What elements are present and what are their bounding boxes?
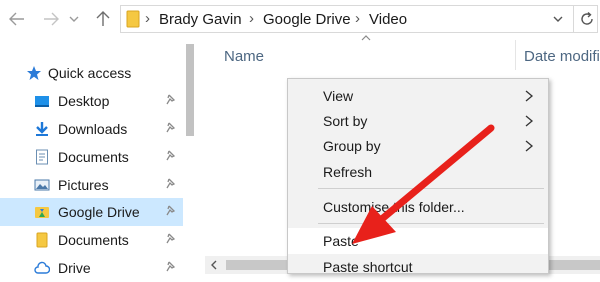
sidebar-item-label: Pictures: [58, 177, 109, 193]
sidebar-item-google-drive[interactable]: Google Drive: [0, 198, 190, 226]
sidebar-item-quick-access[interactable]: Quick access: [0, 59, 190, 87]
sidebar-item-drive[interactable]: Drive: [0, 254, 190, 282]
address-dropdown-button[interactable]: [547, 8, 569, 30]
menu-item-view[interactable]: View: [288, 83, 548, 109]
column-header-name[interactable]: Name: [224, 48, 264, 65]
sidebar-item-pictures[interactable]: Pictures: [0, 171, 190, 199]
breadcrumb-separator: ›: [355, 10, 360, 27]
chevron-right-icon: [525, 115, 534, 127]
sidebar-item-desktop[interactable]: Desktop: [0, 87, 190, 115]
chevron-down-icon: [553, 16, 563, 22]
up-button[interactable]: [90, 6, 116, 32]
refresh-icon: [581, 11, 593, 25]
chevron-left-icon[interactable]: [208, 259, 220, 271]
menu-item-label: Refresh: [323, 164, 373, 180]
menu-item-label: Paste: [323, 233, 359, 249]
menu-item-label: View: [323, 88, 354, 104]
chevron-right-icon: [525, 140, 534, 152]
chevron-right-icon: [525, 90, 534, 102]
menu-item-paste-shortcut[interactable]: Paste shortcut: [288, 254, 548, 280]
menu-item-label: Customise this folder...: [323, 199, 465, 215]
arrow-up-icon: [96, 11, 110, 26]
breadcrumb-google-drive[interactable]: Google Drive: [263, 11, 351, 28]
menu-item-sort-by[interactable]: Sort by: [288, 108, 548, 134]
desktop-icon: [35, 96, 49, 107]
folder-icon: [126, 10, 140, 28]
pin-icon: [166, 150, 176, 161]
breadcrumb-separator: ›: [145, 10, 150, 27]
star-icon: [27, 66, 41, 80]
pin-icon: [166, 233, 176, 244]
sidebar-item-label: Documents: [58, 149, 129, 165]
menu-item-group-by[interactable]: Group by: [288, 133, 548, 159]
column-header-date-modified[interactable]: Date modifi: [524, 48, 600, 65]
address-bar[interactable]: › Brady Gavin › Google Drive › Video: [120, 5, 598, 33]
menu-item-label: Sort by: [323, 113, 368, 129]
pin-icon: [166, 178, 176, 189]
sidebar-item-label: Google Drive: [58, 204, 140, 220]
pin-icon: [166, 261, 176, 272]
menu-separator: [318, 188, 544, 189]
breadcrumb-video[interactable]: Video: [369, 11, 407, 28]
recent-locations-button[interactable]: [66, 6, 82, 32]
pin-icon: [166, 122, 176, 133]
menu-item-label: Paste shortcut: [323, 259, 413, 275]
breadcrumb-brady-gavin[interactable]: Brady Gavin: [159, 11, 242, 28]
pin-icon: [166, 205, 176, 216]
sidebar-item-label: Desktop: [58, 93, 110, 109]
pictures-icon: [34, 179, 50, 191]
context-menu: View Sort by Group by Refresh Customise …: [287, 78, 549, 275]
column-divider: [515, 40, 516, 70]
sidebar-item-documents[interactable]: Documents: [0, 143, 190, 171]
pin-icon: [166, 94, 176, 105]
breadcrumb-separator: ›: [249, 10, 254, 27]
address-divider: [573, 6, 574, 32]
arrow-right-icon: [44, 12, 59, 26]
sidebar-scrollbar-thumb[interactable]: [186, 44, 194, 136]
google-drive-icon: [35, 207, 49, 218]
menu-item-customise-folder[interactable]: Customise this folder...: [288, 194, 548, 220]
download-icon: [36, 122, 48, 136]
sidebar-item-label: Quick access: [48, 65, 132, 81]
arrow-left-icon: [9, 12, 24, 26]
sidebar-item-label: Documents: [58, 232, 129, 248]
menu-item-paste[interactable]: Paste: [288, 228, 548, 254]
back-button[interactable]: [4, 6, 30, 32]
sidebar-item-documents-folder[interactable]: Documents: [0, 226, 190, 254]
menu-item-refresh[interactable]: Refresh: [288, 159, 548, 185]
document-icon: [36, 149, 48, 165]
sidebar-item-label: Downloads: [58, 121, 128, 137]
refresh-button[interactable]: [576, 8, 598, 30]
menu-separator: [318, 223, 544, 224]
sidebar-item-downloads[interactable]: Downloads: [0, 115, 190, 143]
menu-item-label: Group by: [323, 138, 381, 154]
folder-icon: [36, 232, 48, 248]
chevron-down-icon: [69, 16, 79, 22]
sort-ascending-icon: [361, 35, 371, 41]
forward-button[interactable]: [38, 6, 64, 32]
